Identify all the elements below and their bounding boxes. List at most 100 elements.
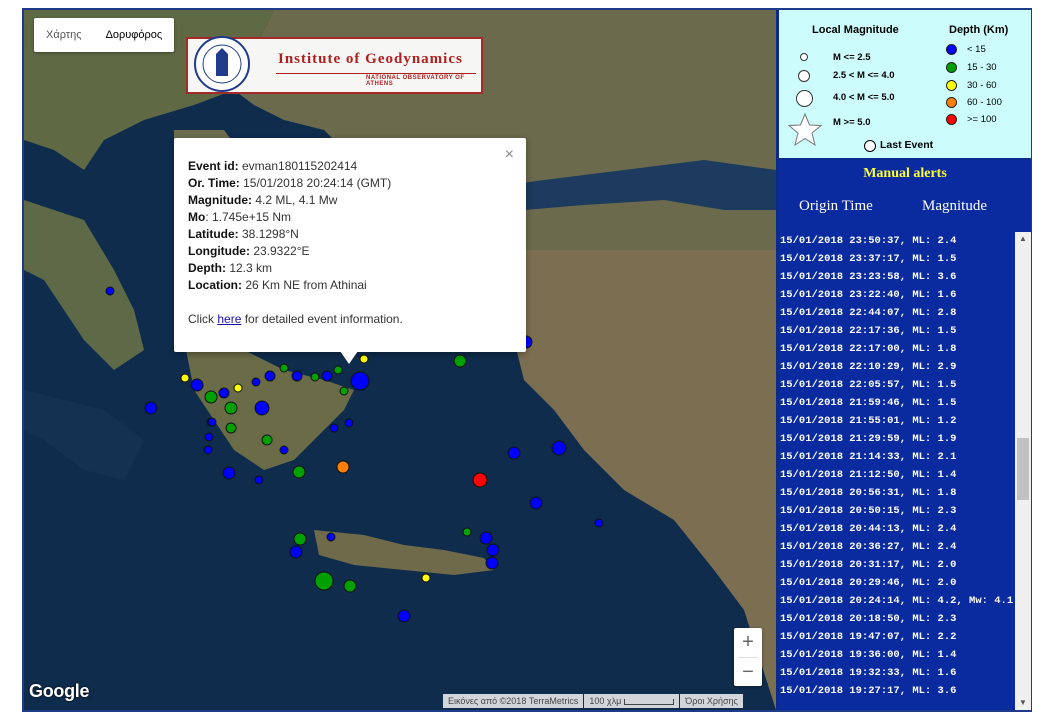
alert-item[interactable]: 15/01/2018 23:50:37, ML: 2.4 xyxy=(779,232,1015,250)
event-info-window: × Event id: evman180115202414 Or. Time: … xyxy=(174,138,526,364)
event-markers xyxy=(105,286,604,623)
origin-time-header: Origin Time xyxy=(799,198,873,214)
alert-item[interactable]: 15/01/2018 19:36:00, ML: 1.4 xyxy=(779,646,1015,664)
event-marker xyxy=(224,401,238,415)
alert-item[interactable]: 15/01/2018 20:24:14, ML: 4.2, Mw: 4.1 xyxy=(779,592,1015,610)
event-marker xyxy=(339,386,349,396)
alert-item[interactable]: 15/01/2018 19:47:07, ML: 2.2 xyxy=(779,628,1015,646)
details-link[interactable]: here xyxy=(217,312,241,326)
magnitude-legend-item: 4.0 < M <= 5.0 xyxy=(833,92,895,103)
alert-item[interactable]: 15/01/2018 21:59:46, ML: 1.5 xyxy=(779,394,1015,412)
event-marker xyxy=(293,532,307,546)
alert-item[interactable]: 15/01/2018 20:50:15, ML: 2.3 xyxy=(779,502,1015,520)
alert-item[interactable]: 15/01/2018 20:56:31, ML: 1.8 xyxy=(779,484,1015,502)
satellite-map[interactable]: Χάρτης Δορυφόρος Institute of Geodynamic… xyxy=(24,10,776,710)
alert-item[interactable]: 15/01/2018 21:12:50, ML: 1.4 xyxy=(779,466,1015,484)
alert-item[interactable]: 15/01/2018 23:37:17, ML: 1.5 xyxy=(779,250,1015,268)
event-marker xyxy=(279,445,289,455)
event-marker xyxy=(204,390,218,404)
popup-details-text: Click here for detailed event informatio… xyxy=(188,312,403,326)
event-marker xyxy=(326,532,336,542)
map-type-map-button[interactable]: Χάρτης xyxy=(34,18,94,52)
logo-rule xyxy=(276,73,476,74)
event-marker xyxy=(529,496,543,510)
zoom-in-button[interactable]: + xyxy=(734,628,762,657)
alert-item[interactable]: 15/01/2018 22:17:36, ML: 1.5 xyxy=(779,322,1015,340)
star-icon xyxy=(787,112,823,147)
alerts-list[interactable]: 15/01/2018 23:50:37, ML: 2.4 15/01/2018 … xyxy=(779,232,1015,712)
alert-item[interactable]: 15/01/2018 22:17:00, ML: 1.8 xyxy=(779,340,1015,358)
event-marker xyxy=(350,371,370,391)
alerts-title: Manual alerts xyxy=(863,166,947,181)
alert-item[interactable]: 15/01/2018 21:14:33, ML: 2.1 xyxy=(779,448,1015,466)
event-marker xyxy=(233,383,243,393)
alert-item[interactable]: 15/01/2018 20:44:13, ML: 2.4 xyxy=(779,520,1015,538)
event-marker xyxy=(264,370,276,382)
magnitude-header: Magnitude xyxy=(922,198,987,214)
alert-item[interactable]: 15/01/2018 19:32:33, ML: 1.6 xyxy=(779,664,1015,682)
event-marker xyxy=(254,475,264,485)
institute-logo: Institute of Geodynamics NATIONAL OBSERV… xyxy=(186,35,483,94)
depth-legend-item: 60 - 100 xyxy=(967,97,1002,108)
depth-legend-item: 30 - 60 xyxy=(967,80,997,91)
event-marker xyxy=(218,387,230,399)
event-marker xyxy=(289,545,303,559)
scroll-up-icon[interactable]: ▲ xyxy=(1015,232,1031,246)
event-marker xyxy=(207,417,217,427)
magnitude-medium-circle xyxy=(798,70,810,82)
alert-item[interactable]: 15/01/2018 20:29:46, ML: 2.0 xyxy=(779,574,1015,592)
alert-item[interactable]: 15/01/2018 23:23:58, ML: 3.6 xyxy=(779,268,1015,286)
alert-item[interactable]: 15/01/2018 21:55:01, ML: 1.2 xyxy=(779,412,1015,430)
legend: Local Magnitude Depth (Km) M <= 2.5 2.5 … xyxy=(779,10,1031,158)
scroll-thumb[interactable] xyxy=(1017,438,1029,500)
alert-item[interactable]: 15/01/2018 21:29:59, ML: 1.9 xyxy=(779,430,1015,448)
event-marker xyxy=(203,445,213,455)
alert-item[interactable]: 15/01/2018 20:36:27, ML: 2.4 xyxy=(779,538,1015,556)
event-marker xyxy=(180,373,190,383)
alert-item[interactable]: 15/01/2018 19:27:17, ML: 3.6 xyxy=(779,682,1015,700)
depth-color-dot xyxy=(946,62,957,73)
scroll-down-icon[interactable]: ▼ xyxy=(1015,696,1031,710)
event-marker xyxy=(594,518,604,528)
popup-row-longitude: Longitude: 23.9322°E xyxy=(188,244,310,258)
depth-legend-item: 15 - 30 xyxy=(967,62,997,73)
zoom-out-button[interactable]: − xyxy=(734,658,762,687)
alert-item[interactable]: 15/01/2018 20:18:50, ML: 2.3 xyxy=(779,610,1015,628)
event-marker xyxy=(472,472,488,488)
map-attribution: Εικόνες από ©2018 TerraMetrics 100 χλμ Ό… xyxy=(442,694,743,708)
depth-color-dot xyxy=(946,44,957,55)
event-marker xyxy=(344,418,354,428)
popup-row-latitude: Latitude: 38.1298°N xyxy=(188,227,299,241)
logo-title: Institute of Geodynamics xyxy=(278,51,463,67)
magnitude-legend-item: M <= 2.5 xyxy=(833,52,871,63)
alert-item[interactable]: 15/01/2018 22:10:29, ML: 2.9 xyxy=(779,358,1015,376)
event-marker xyxy=(485,556,499,570)
event-marker xyxy=(486,543,500,557)
popup-row-depth: Depth: 12.3 km xyxy=(188,261,273,275)
event-marker xyxy=(105,286,115,296)
event-marker xyxy=(333,365,343,375)
scale-indicator[interactable]: 100 χλμ xyxy=(584,694,680,708)
close-icon[interactable]: × xyxy=(505,146,514,164)
alerts-scrollbar[interactable]: ▲ ▼ xyxy=(1015,232,1031,710)
event-marker xyxy=(421,573,431,583)
depth-legend-title: Depth (Km) xyxy=(949,24,1009,36)
depth-color-dot xyxy=(946,114,957,125)
event-marker xyxy=(397,609,411,623)
alert-item[interactable]: 15/01/2018 22:05:57, ML: 1.5 xyxy=(779,376,1015,394)
alert-item[interactable]: 15/01/2018 22:44:07, ML: 2.8 xyxy=(779,304,1015,322)
depth-legend-item: >= 100 xyxy=(967,114,997,125)
event-marker xyxy=(254,400,270,416)
logo-subtitle: NATIONAL OBSERVATORY OF ATHENS xyxy=(366,75,465,87)
popup-pointer xyxy=(340,351,358,364)
terms-link[interactable]: Όροι Χρήσης xyxy=(680,694,743,708)
popup-row-origin-time: Or. Time: 15/01/2018 20:24:14 (GMT) xyxy=(188,176,392,190)
manual-alerts-panel: Manual alerts Origin Time Magnitude 15/0… xyxy=(779,160,1031,710)
map-type-satellite-button[interactable]: Δορυφόρος xyxy=(94,18,175,52)
seal-icon xyxy=(194,35,250,92)
event-marker xyxy=(310,372,320,382)
alert-item[interactable]: 15/01/2018 20:31:17, ML: 2.0 xyxy=(779,556,1015,574)
depth-color-dot xyxy=(946,97,957,108)
alert-item[interactable]: 15/01/2018 23:22:40, ML: 1.6 xyxy=(779,286,1015,304)
event-marker xyxy=(507,446,521,460)
